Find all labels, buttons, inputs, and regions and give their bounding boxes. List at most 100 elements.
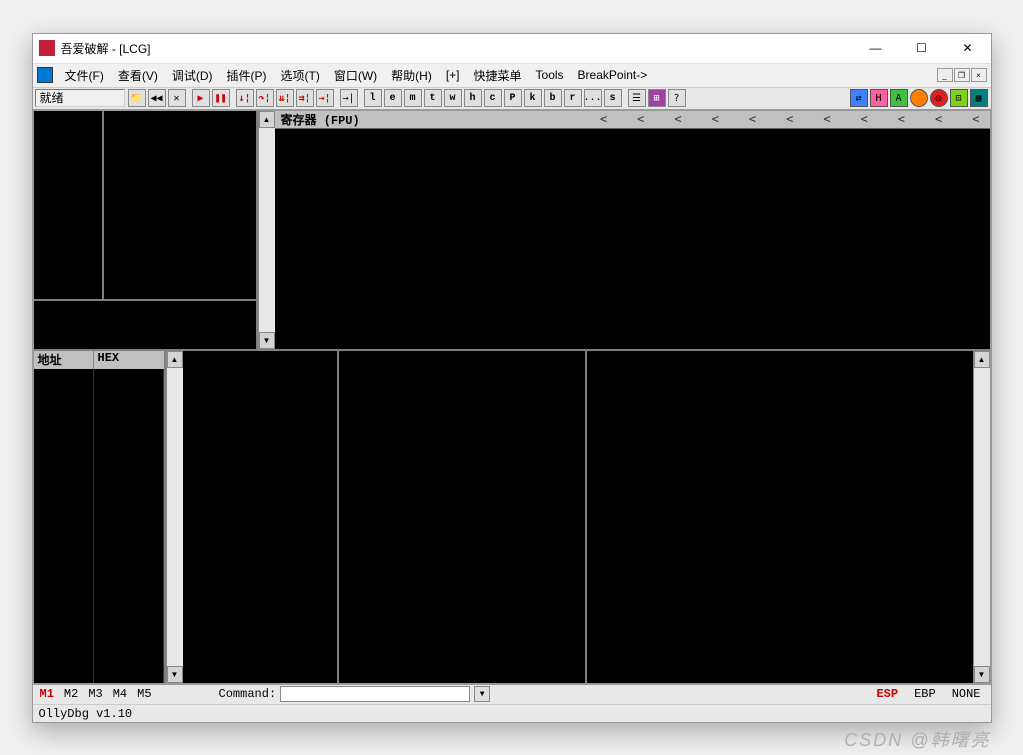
scroll-up-icon[interactable]: ▲ xyxy=(974,351,990,368)
play-icon[interactable]: ▶ xyxy=(192,89,210,107)
green-tool-icon[interactable]: A xyxy=(890,89,908,107)
window-controls: — ☐ ✕ xyxy=(853,33,991,63)
disassembly-pane[interactable] xyxy=(34,111,256,301)
rewind-icon[interactable]: ◀◀ xyxy=(148,89,166,107)
t-button[interactable]: t xyxy=(424,89,442,107)
step-over-icon[interactable]: ↷¦ xyxy=(256,89,274,107)
scroll-track[interactable] xyxy=(259,128,275,332)
stack-body[interactable] xyxy=(587,351,973,683)
c-button[interactable]: c xyxy=(484,89,502,107)
m1-button[interactable]: M1 xyxy=(37,687,57,701)
run-till-icon[interactable]: →¦ xyxy=(316,89,334,107)
stack-scrollbar[interactable]: ▲ ▼ xyxy=(973,351,990,683)
dump-col2[interactable] xyxy=(339,351,586,683)
m3-button[interactable]: M3 xyxy=(85,687,105,701)
address-column[interactable] xyxy=(34,111,104,299)
h-button[interactable]: h xyxy=(464,89,482,107)
menu-breakpoint[interactable]: BreakPoint-> xyxy=(572,66,654,84)
chev-icon[interactable]: < xyxy=(972,112,979,126)
scroll-track[interactable] xyxy=(167,368,183,666)
minimize-button[interactable]: — xyxy=(853,33,899,63)
k-button[interactable]: k xyxy=(524,89,542,107)
ebp-button[interactable]: EBP xyxy=(908,687,942,701)
chev-icon[interactable]: < xyxy=(898,112,905,126)
scroll-down-icon[interactable]: ▼ xyxy=(259,332,275,349)
chev-icon[interactable]: < xyxy=(861,112,868,126)
chev-icon[interactable]: < xyxy=(637,112,644,126)
hex-data-col[interactable] xyxy=(94,369,164,683)
hex-data-header[interactable]: HEX xyxy=(94,351,164,369)
title-bar[interactable]: 吾爱破解 - [LCG] — ☐ ✕ xyxy=(33,34,991,64)
chev-icon[interactable]: < xyxy=(823,112,830,126)
menu-plugin[interactable]: 插件(P) xyxy=(221,65,273,86)
close-icon[interactable]: ✕ xyxy=(168,89,186,107)
more-button[interactable]: ... xyxy=(584,89,602,107)
pause-icon[interactable]: ❚❚ xyxy=(212,89,230,107)
menu-tools[interactable]: Tools xyxy=(530,66,570,84)
left-scrollbar[interactable]: ▲ ▼ xyxy=(258,111,275,349)
menu-debug[interactable]: 调试(D) xyxy=(166,65,219,86)
chev-icon[interactable]: < xyxy=(935,112,942,126)
scroll-track[interactable] xyxy=(974,368,990,666)
teal-tool-icon[interactable]: ▦ xyxy=(970,89,988,107)
menu-plus[interactable]: [+] xyxy=(440,66,466,84)
scroll-up-icon[interactable]: ▲ xyxy=(259,111,275,128)
hex-scrollbar[interactable]: ▲ ▼ xyxy=(166,351,183,683)
s-button[interactable]: s xyxy=(604,89,622,107)
trace-into-icon[interactable]: ⇊¦ xyxy=(276,89,294,107)
menu-help[interactable]: 帮助(H) xyxy=(385,65,438,86)
blue-tool-icon[interactable]: ⇄ xyxy=(850,89,868,107)
command-dropdown-icon[interactable]: ▼ xyxy=(474,686,490,702)
scroll-down-icon[interactable]: ▼ xyxy=(974,666,990,683)
lime-tool-icon[interactable]: ⊡ xyxy=(950,89,968,107)
purple-icon[interactable]: ⊞ xyxy=(648,89,666,107)
menu-window[interactable]: 窗口(W) xyxy=(328,65,383,86)
e-button[interactable]: e xyxy=(384,89,402,107)
trace-over-icon[interactable]: ⇉¦ xyxy=(296,89,314,107)
list-icon[interactable]: ☰ xyxy=(628,89,646,107)
scroll-up-icon[interactable]: ▲ xyxy=(167,351,183,368)
red-tool-icon[interactable]: ◎ xyxy=(930,89,948,107)
w-button[interactable]: w xyxy=(444,89,462,107)
mdi-restore-button[interactable]: ❐ xyxy=(954,68,970,82)
menu-view[interactable]: 查看(V) xyxy=(112,65,164,86)
help-icon[interactable]: ? xyxy=(668,89,686,107)
orange-tool-icon[interactable] xyxy=(910,89,928,107)
chev-icon[interactable]: < xyxy=(749,112,756,126)
menu-file[interactable]: 文件(F) xyxy=(59,65,110,86)
pink-tool-icon[interactable]: H xyxy=(870,89,888,107)
mdi-close-button[interactable]: × xyxy=(971,68,987,82)
r-button[interactable]: r xyxy=(564,89,582,107)
menu-quick[interactable]: 快捷菜单 xyxy=(468,65,528,86)
chev-icon[interactable]: < xyxy=(786,112,793,126)
maximize-button[interactable]: ☐ xyxy=(899,33,945,63)
close-button[interactable]: ✕ xyxy=(945,33,991,63)
hex-body[interactable] xyxy=(34,369,164,683)
open-folder-icon[interactable]: 📁 xyxy=(128,89,146,107)
m4-button[interactable]: M4 xyxy=(110,687,130,701)
none-button[interactable]: NONE xyxy=(946,687,987,701)
m-button[interactable]: m xyxy=(404,89,422,107)
chev-icon[interactable]: < xyxy=(674,112,681,126)
b-button[interactable]: b xyxy=(544,89,562,107)
mdi-min-button[interactable]: _ xyxy=(937,68,953,82)
code-column[interactable] xyxy=(104,111,256,299)
esp-button[interactable]: ESP xyxy=(870,687,904,701)
goto-icon[interactable]: →| xyxy=(340,89,358,107)
chev-icon[interactable]: < xyxy=(600,112,607,126)
registers-body[interactable] xyxy=(275,129,990,349)
chev-icon[interactable]: < xyxy=(712,112,719,126)
step-into-icon[interactable]: ↓¦ xyxy=(236,89,254,107)
hex-address-header[interactable]: 地址 xyxy=(34,351,94,369)
command-input[interactable] xyxy=(280,686,470,702)
dump-col1[interactable] xyxy=(183,351,339,683)
m2-button[interactable]: M2 xyxy=(61,687,81,701)
scroll-down-icon[interactable]: ▼ xyxy=(167,666,183,683)
info-pane[interactable] xyxy=(34,301,256,349)
menu-options[interactable]: 选项(T) xyxy=(275,65,326,86)
p-button[interactable]: P xyxy=(504,89,522,107)
m5-button[interactable]: M5 xyxy=(134,687,154,701)
hex-address-col[interactable] xyxy=(34,369,94,683)
bottom-panes: 地址 HEX ▲ ▼ ▲ xyxy=(34,351,990,683)
l-button[interactable]: l xyxy=(364,89,382,107)
